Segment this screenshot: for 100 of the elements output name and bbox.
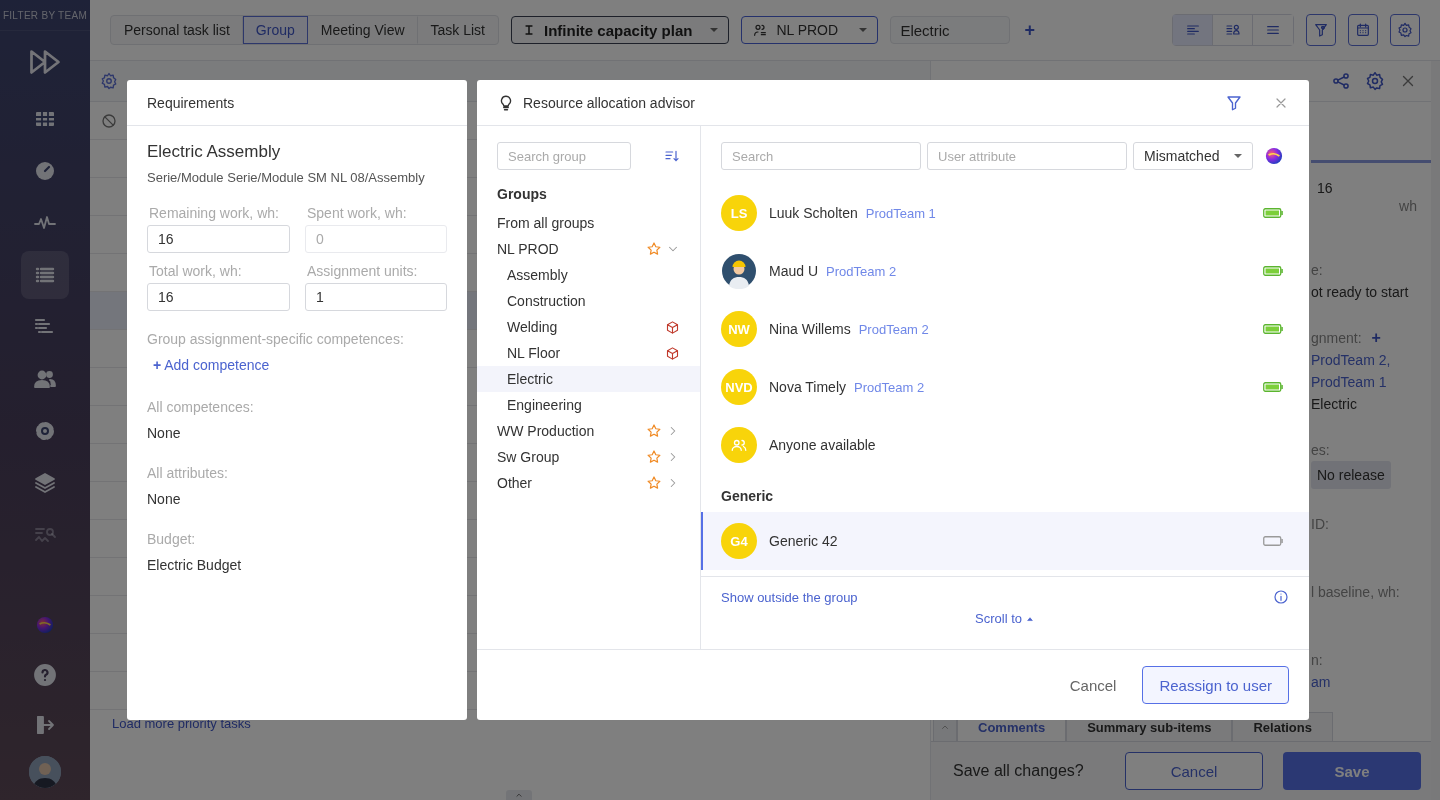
team-link[interactable]: am	[1311, 671, 1431, 693]
share-icon[interactable]	[1331, 71, 1351, 91]
field-label: es:	[1311, 441, 1330, 460]
subgroup-field[interactable]: Electric	[890, 16, 1011, 44]
initials-avatar: NW	[721, 311, 757, 347]
team-link[interactable]: ProdTeam 1	[865, 205, 936, 221]
add-button[interactable]: +	[1022, 19, 1037, 41]
cancel-button[interactable]: Cancel	[1063, 675, 1123, 695]
orb-icon[interactable]	[1265, 147, 1283, 165]
attribute-field[interactable]: User attribute	[927, 142, 1127, 170]
settings-icon	[1397, 22, 1413, 38]
ban-icon	[100, 111, 118, 130]
group-item[interactable]: Engineering	[477, 392, 700, 418]
view-tab[interactable]: Personal task list	[111, 16, 243, 44]
number-field: 0	[305, 225, 447, 253]
scroll-to-link[interactable]: Scroll to	[975, 611, 1035, 626]
number-field[interactable]: 1	[305, 283, 447, 311]
user-avatar[interactable]	[29, 756, 61, 788]
avatar-icon	[721, 253, 757, 289]
heart-filter-icon	[1313, 22, 1329, 38]
field-label: Assignment units:	[306, 263, 419, 279]
group-item[interactable]: Welding	[477, 314, 700, 340]
groups-heading: Groups	[496, 186, 548, 202]
view-tab[interactable]: Group	[242, 16, 308, 44]
cancel-button[interactable]: Cancel	[1125, 752, 1263, 790]
view-tab[interactable]: Task List	[417, 16, 498, 44]
user-name[interactable]: Luuk Scholten	[769, 205, 858, 221]
save-prompt: Save all changes?	[953, 762, 1085, 780]
section-heading: Generic	[721, 488, 775, 504]
group-item[interactable]: NL PROD	[477, 236, 700, 262]
field-value: None	[147, 491, 182, 507]
generic-row[interactable]: G4 Generic 42	[701, 512, 1309, 570]
star-icon[interactable]	[646, 423, 662, 439]
filter-heart-button[interactable]	[1306, 14, 1336, 46]
settings-icon[interactable]	[100, 72, 118, 90]
unit-label: wh	[1398, 197, 1418, 216]
layout-toggle[interactable]	[1173, 15, 1213, 45]
field-label: n:	[1311, 651, 1323, 670]
add-button[interactable]: +	[1371, 329, 1381, 347]
star-icon[interactable]	[646, 475, 662, 491]
group-item[interactable]: Sw Group	[477, 444, 700, 470]
field-label: Total work, wh:	[148, 263, 243, 279]
team-dropdown[interactable]: NL PROD	[741, 16, 879, 44]
initials-avatar: LS	[721, 195, 757, 231]
show-outside-link[interactable]: Show outside the group	[721, 589, 858, 605]
user-name[interactable]: Maud U	[769, 263, 819, 279]
team-link[interactable]: ProdTeam 1	[1311, 371, 1431, 393]
group-item[interactable]: From all groups	[477, 210, 700, 236]
group-item[interactable]: Electric	[477, 366, 700, 392]
number-field[interactable]: 16	[147, 225, 290, 253]
team-link[interactable]: ProdTeam 2,	[1311, 349, 1431, 371]
field-label: ID:	[1311, 515, 1329, 534]
star-icon[interactable]	[646, 449, 662, 465]
load-more-link[interactable]: Load more priority tasks	[112, 716, 251, 731]
dialog-title: Resource allocation advisor	[523, 94, 696, 111]
user-name: Generic 42	[769, 533, 838, 549]
list-people-icon	[1224, 22, 1241, 38]
star-icon[interactable]	[646, 241, 662, 257]
cube-icon	[665, 345, 680, 361]
cube-icon	[665, 319, 680, 335]
section-label: Group assignment-specific competences:	[147, 331, 405, 347]
group-item[interactable]: Other	[477, 470, 700, 496]
plan-dropdown[interactable]: Infinite capacity plan	[511, 16, 730, 44]
field-value: ot ready to start	[1311, 283, 1410, 302]
group-item[interactable]: NL Floor	[477, 340, 700, 366]
calendar-icon	[1355, 22, 1371, 38]
dialog-title: Requirements	[147, 94, 235, 111]
layers-icon	[33, 471, 57, 495]
team-link[interactable]: ProdTeam 2	[826, 263, 897, 279]
filter-icon[interactable]	[1225, 93, 1243, 112]
search-field[interactable]: Search	[721, 142, 921, 170]
team-link[interactable]: ProdTeam 2	[858, 321, 929, 337]
field-value: Electric	[1311, 395, 1358, 414]
view-tab[interactable]: Meeting View	[307, 16, 418, 44]
group-item[interactable]: Assembly	[477, 262, 700, 288]
sort-icon[interactable]	[664, 148, 680, 164]
number-field[interactable]: 16	[147, 283, 290, 311]
team-link[interactable]: ProdTeam 2	[854, 379, 925, 395]
field-label: Spent work, wh:	[306, 205, 408, 221]
calendar-button[interactable]	[1348, 14, 1378, 46]
match-dropdown[interactable]: Mismatched	[1133, 142, 1253, 170]
field-value: None	[147, 425, 182, 441]
help-icon[interactable]	[33, 663, 57, 687]
group-search-field[interactable]: Search group	[497, 142, 631, 170]
group-item[interactable]: Construction	[477, 288, 700, 314]
add-competence-link[interactable]: + Add competence	[153, 357, 270, 373]
reassign-button[interactable]: Reassign to user	[1142, 666, 1289, 704]
field-label: Budget:	[147, 531, 197, 547]
field-value: Electric Budget	[147, 557, 243, 573]
settings-button[interactable]	[1390, 14, 1420, 46]
field-label: e:	[1311, 261, 1323, 280]
field-label: Remaining work, wh:	[148, 205, 280, 221]
user-name[interactable]: Anyone available	[769, 437, 876, 453]
user-name[interactable]: Nina Willems	[769, 321, 851, 337]
field-label: l baseline, wh:	[1311, 583, 1400, 602]
user-name[interactable]: Nova Timely	[769, 379, 847, 395]
expand-handle[interactable]	[506, 790, 532, 800]
info-icon[interactable]	[1273, 589, 1289, 605]
group-item[interactable]: WW Production	[477, 418, 700, 444]
settings-icon[interactable]	[1365, 71, 1385, 91]
